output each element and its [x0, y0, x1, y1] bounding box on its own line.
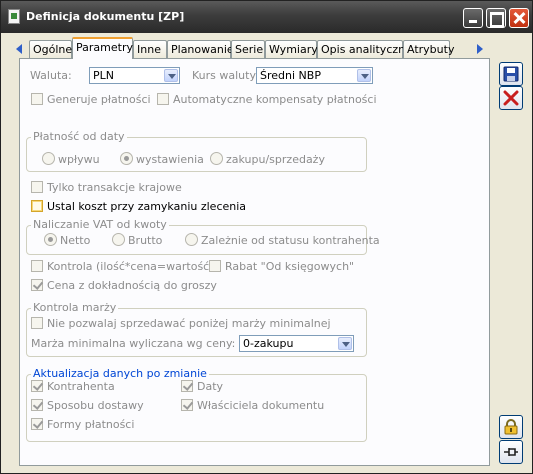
nie-pozwalaj-checkbox[interactable]	[31, 317, 43, 329]
tab-ogolne[interactable]: Ogólne	[29, 40, 72, 59]
wlasciciela-label: Właściciela dokumentu	[197, 399, 325, 412]
waluta-select[interactable]: PLN	[89, 67, 180, 84]
tab-wymiary[interactable]: Wymiary	[265, 40, 318, 59]
formy-platnosci-checkbox[interactable]	[31, 418, 43, 430]
radio-wplywu-label: wpływu	[58, 153, 100, 166]
close-x-icon	[503, 90, 519, 106]
rabat-checkbox[interactable]	[209, 260, 221, 272]
waluta-value: PLN	[93, 69, 114, 82]
sposobu-dostawy-checkbox[interactable]	[31, 399, 43, 411]
chevron-down-icon[interactable]	[164, 69, 178, 82]
radio-wplywu[interactable]	[42, 152, 55, 165]
tylko-krajowe-checkbox[interactable]	[31, 181, 43, 193]
cena-groszy-label: Cena z dokładnością do groszy	[47, 279, 217, 292]
auto-kompensaty-label: Automatyczne kompensaty płatności	[173, 93, 377, 106]
kontrahenta-checkbox[interactable]	[31, 380, 43, 392]
daty-label: Daty	[197, 380, 224, 393]
kontrola-label: Kontrola (ilość*cena=wartość)	[47, 260, 214, 273]
tab-opis-analityczny[interactable]: Opis analityczny	[317, 40, 412, 59]
naliczanie-vat-title: Naliczanie VAT od kwoty	[31, 218, 169, 231]
nie-pozwalaj-label: Nie pozwalaj sprzedawać poniżej marży mi…	[47, 317, 331, 330]
marza-minimalna-select[interactable]: 0-zakupu	[239, 335, 354, 352]
window-title: Definicja dokumentu [ZP]	[26, 10, 185, 23]
generuje-platnosci-label: Generuje płatności	[47, 93, 151, 106]
tab-atrybuty[interactable]: Atrybuty	[403, 40, 454, 59]
radio-wystawienia[interactable]	[120, 152, 133, 165]
radio-zakupu-sprzedazy-label: zakupu/sprzedaży	[226, 153, 325, 166]
tab-inne[interactable]: Inne	[133, 40, 167, 59]
tab-scroll-left-icon[interactable]	[14, 43, 24, 55]
radio-netto[interactable]	[44, 233, 57, 246]
title-bar[interactable]: Definicja dokumentu [ZP]	[1, 1, 532, 33]
document-icon	[8, 9, 20, 24]
sposobu-dostawy-label: Sposobu dostawy	[47, 399, 144, 412]
parametry-panel: Waluta: PLN Kurs waluty: Średni NBP Gene…	[19, 58, 490, 466]
kurs-waluty-value: Średni NBP	[260, 69, 321, 82]
rabat-label: Rabat "Od księgowych"	[225, 260, 355, 273]
ustal-koszt-checkbox[interactable]	[31, 200, 43, 212]
radio-netto-label: Netto	[60, 234, 91, 247]
radio-wystawienia-label: wystawienia	[136, 153, 204, 166]
aktualizacja-title: Aktualizacja danych po zmianie	[31, 367, 209, 380]
tylko-krajowe-label: Tylko transakcje krajowe	[47, 181, 182, 194]
kurs-waluty-select[interactable]: Średni NBP	[256, 67, 373, 84]
lock-icon	[504, 419, 518, 435]
radio-brutto[interactable]	[112, 233, 125, 246]
auto-kompensaty-checkbox[interactable]	[157, 93, 169, 105]
waluta-label: Waluta:	[30, 69, 72, 82]
ustal-koszt-label: Ustal koszt przy zamykaniu zlecenia	[47, 200, 247, 213]
close-button[interactable]	[509, 8, 529, 28]
window: Definicja dokumentu [ZP] Ogólne Parametr…	[0, 0, 533, 474]
tab-serie[interactable]: Serie	[231, 40, 265, 59]
radio-brutto-label: Brutto	[128, 234, 163, 247]
generuje-platnosci-checkbox[interactable]	[31, 93, 43, 105]
marza-minimalna-label: Marża minimalna wyliczana wg ceny:	[31, 337, 236, 350]
chevron-down-icon[interactable]	[357, 69, 371, 82]
radio-zaleznie-label: Zależnie od statusu kontrahenta	[201, 234, 380, 247]
kontrola-marzy-title: Kontrola marży	[31, 301, 119, 314]
minimize-button[interactable]	[463, 8, 483, 28]
wlasciciela-checkbox[interactable]	[181, 399, 193, 411]
kurs-waluty-label: Kurs waluty:	[192, 69, 259, 82]
tab-planowanie[interactable]: Planowanie	[167, 40, 234, 59]
cancel-button[interactable]	[499, 86, 523, 110]
platnosc-od-daty-title: Płatność od daty	[31, 130, 127, 143]
chevron-down-icon[interactable]	[338, 337, 352, 350]
cena-groszy-checkbox[interactable]	[31, 279, 43, 291]
marza-minimalna-value: 0-zakupu	[243, 337, 294, 350]
daty-checkbox[interactable]	[181, 380, 193, 392]
pin-button[interactable]	[499, 440, 523, 464]
kontrola-checkbox[interactable]	[31, 260, 43, 272]
pin-icon	[504, 448, 518, 456]
radio-zaleznie-od-statusu[interactable]	[185, 233, 198, 246]
save-icon	[503, 66, 519, 82]
formy-platnosci-label: Formy płatności	[47, 418, 135, 431]
tab-parametry[interactable]: Parametry	[72, 37, 133, 59]
save-button[interactable]	[499, 62, 523, 86]
tab-scroll-right-icon[interactable]	[475, 43, 485, 55]
lock-button[interactable]	[499, 415, 523, 439]
maximize-button[interactable]	[486, 8, 506, 28]
kontrahenta-label: Kontrahenta	[47, 380, 115, 393]
radio-zakupu-sprzedazy[interactable]	[210, 152, 223, 165]
